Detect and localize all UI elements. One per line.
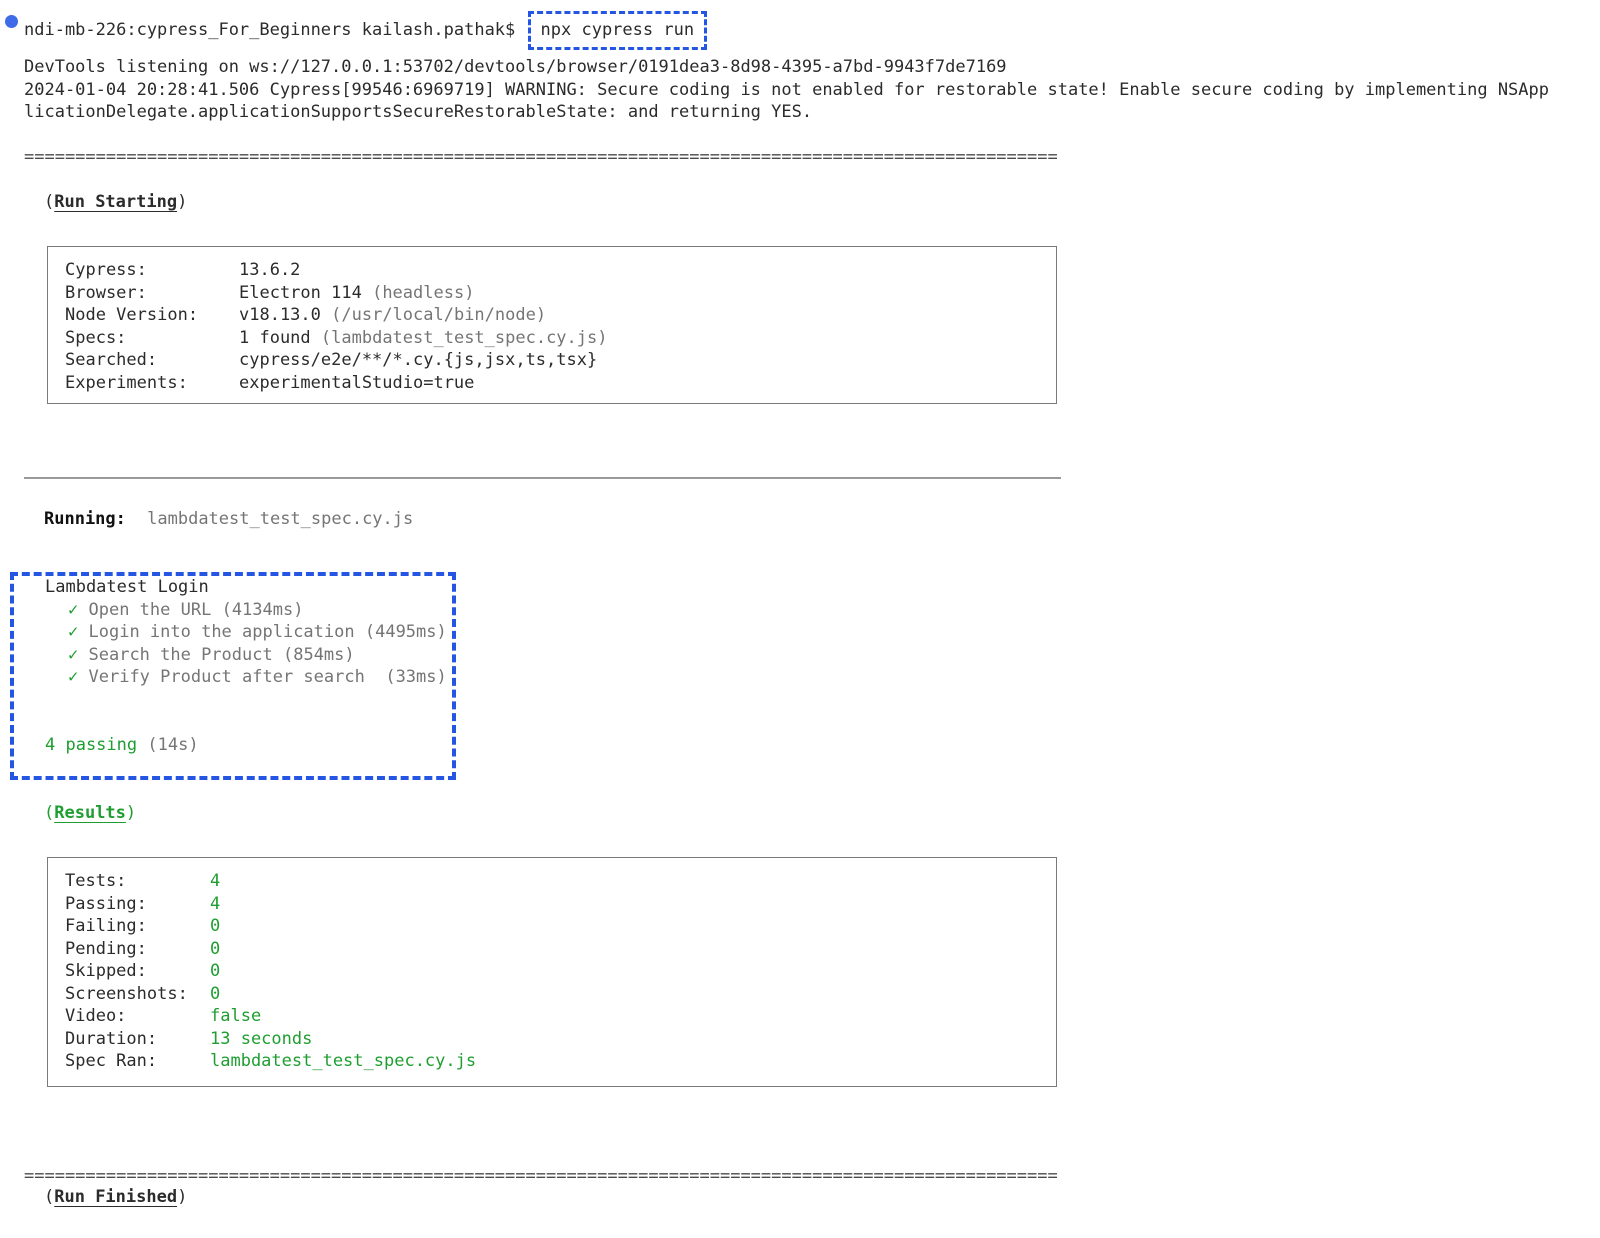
spec-info-label: Specs: [65,327,239,350]
separator-top: ========================================… [24,146,1058,169]
spec-info-value: 1 found [239,328,311,348]
test-name: Search the Product [89,645,273,665]
run-finished-label: Run Finished [54,1187,177,1207]
results-row-video: Video:false [65,1005,1056,1028]
spec-info-value: Electron 114 [239,283,362,303]
running-label: Running: [44,509,126,529]
spec-info-row-node: Node Version:v18.13.0 (/usr/local/bin/no… [65,304,1056,327]
test-row: ✓ Search the Product (854ms) [68,644,355,667]
results-value: 0 [210,961,220,981]
results-row-duration: Duration:13 seconds [65,1028,1056,1051]
test-row: ✓ Open the URL (4134ms) [68,599,303,622]
results-row-failing: Failing:0 [65,915,1056,938]
results-row-pending: Pending:0 [65,938,1056,961]
run-finished-heading: (Run Finished) [44,1186,187,1209]
results-value: 4 [210,894,220,914]
test-duration: (854ms) [283,645,355,665]
paren-close: ) [126,803,136,823]
spec-info-row-browser: Browser:Electron 114 (headless) [65,282,1056,305]
check-icon: ✓ [68,667,78,687]
results-row-tests: Tests:4 [65,870,1056,893]
running-line: Running: lambdatest_test_spec.cy.js(1 of… [44,508,413,531]
command-annotation-box: npx cypress run [528,11,708,50]
spec-info-label: Node Version: [65,304,239,327]
run-starting-label: Run Starting [54,192,177,212]
results-label: Spec Ran: [65,1050,210,1073]
test-row: ✓ Verify Product after search (33ms) [68,666,447,689]
results-label: Duration: [65,1028,210,1051]
passing-count: 4 passing [45,735,137,755]
results-value: 13 seconds [210,1029,312,1049]
paren-close: ) [177,192,187,212]
section-divider-line [24,477,1061,479]
run-starting-heading: (Run Starting) [44,191,187,214]
paren-open: ( [44,1187,54,1207]
terminal-window[interactable]: ndi-mb-226:cypress_For_Beginners kailash… [0,0,1600,1238]
results-value: 0 [210,939,220,959]
results-label: Video: [65,1005,210,1028]
spec-info-row-searched: Searched:cypress/e2e/**/*.cy.{js,jsx,ts,… [65,349,1056,372]
results-value: 4 [210,871,220,891]
spec-info-value: experimentalStudio=true [239,373,474,393]
spec-info-label: Searched: [65,349,239,372]
prompt-text: ndi-mb-226:cypress_For_Beginners kailash… [24,20,515,40]
results-box: Tests:4 Passing:4 Failing:0 Pending:0 Sk… [47,857,1057,1087]
running-spec-name: lambdatest_test_spec.cy.js [147,509,413,529]
results-row-spec-ran: Spec Ran:lambdatest_test_spec.cy.js [65,1050,1056,1073]
separator-bottom: ========================================… [24,1165,1058,1188]
command-text: npx cypress run [541,20,695,40]
terminal-mark-icon [5,15,18,28]
results-value: 0 [210,984,220,1004]
spec-info-value: 13.6.2 [239,260,300,280]
check-icon: ✓ [68,600,78,620]
devtools-log-line: DevTools listening on ws://127.0.0.1:537… [24,56,1007,79]
results-value: lambdatest_test_spec.cy.js [210,1051,476,1071]
spec-info-note: (/usr/local/bin/node) [331,305,546,325]
spec-info-label: Browser: [65,282,239,305]
results-label: Tests: [65,870,210,893]
results-label: Failing: [65,915,210,938]
test-duration: (33ms) [385,667,446,687]
paren-open: ( [44,803,54,823]
prompt-line: ndi-mb-226:cypress_For_Beginners kailash… [24,11,707,34]
test-duration: (4134ms) [222,600,304,620]
results-row-screenshots: Screenshots:0 [65,983,1056,1006]
spec-info-note: (lambdatest_test_spec.cy.js) [321,328,608,348]
test-name: Verify Product after search [89,667,376,687]
results-value: false [210,1006,261,1026]
test-name: Open the URL [89,600,212,620]
spec-info-note: (headless) [372,283,474,303]
results-label: Results [54,803,126,823]
test-duration: (4495ms) [365,622,447,642]
suite-title: Lambdatest Login [45,576,209,599]
spec-info-label: Experiments: [65,372,239,395]
results-heading: (Results) [44,802,136,825]
passing-duration: (14s) [147,735,198,755]
results-row-passing: Passing:4 [65,893,1056,916]
test-name: Login into the application [89,622,355,642]
results-value: 0 [210,916,220,936]
passing-summary: 4 passing (14s) [45,734,199,757]
spec-info-label: Cypress: [65,259,239,282]
spec-info-value: v18.13.0 [239,305,321,325]
results-row-skipped: Skipped:0 [65,960,1056,983]
results-label: Screenshots: [65,983,210,1006]
check-icon: ✓ [68,645,78,665]
spec-info-row-cypress: Cypress:13.6.2 [65,259,1056,282]
paren-close: ) [177,1187,187,1207]
spec-info-box: Cypress:13.6.2 Browser:Electron 114 (hea… [47,246,1057,404]
results-label: Skipped: [65,960,210,983]
warning-log-line-1: 2024-01-04 20:28:41.506 Cypress[99546:69… [24,79,1549,102]
test-row: ✓ Login into the application (4495ms) [68,621,447,644]
results-label: Pending: [65,938,210,961]
paren-open: ( [44,192,54,212]
spec-info-value: cypress/e2e/**/*.cy.{js,jsx,ts,tsx} [239,350,597,370]
warning-log-line-2: licationDelegate.applicationSupportsSecu… [24,101,812,124]
spec-info-row-experiments: Experiments:experimentalStudio=true [65,372,1056,395]
results-label: Passing: [65,893,210,916]
spec-info-row-specs: Specs:1 found (lambdatest_test_spec.cy.j… [65,327,1056,350]
check-icon: ✓ [68,622,78,642]
